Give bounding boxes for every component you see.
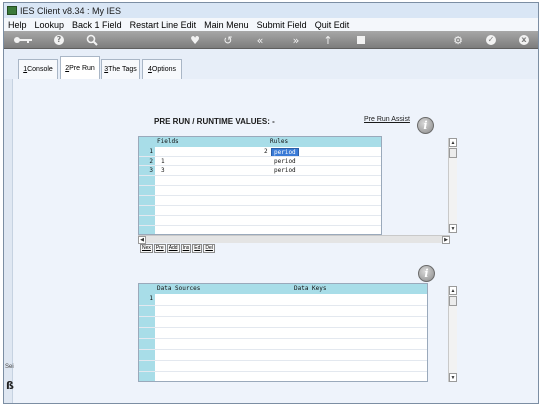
field-cell[interactable]: 3 [161,167,165,174]
table-row-empty[interactable] [139,316,427,325]
scroll-right-icon[interactable]: ▶ [442,236,450,244]
field-cell[interactable]: 2 [264,148,268,155]
data-sources-grid: Data Sources Data Keys 1 [138,283,428,382]
table-row-empty[interactable] [139,305,427,314]
table-row[interactable]: 1 [139,294,427,303]
table-row[interactable]: 1 2 period [139,147,381,157]
app-window: IES Client v8.34 : My IES Help Lookup Ba… [3,2,539,404]
previous-button[interactable]: Pre [153,244,166,253]
pre-run-assist-link[interactable]: Pre Run Assist [364,116,410,123]
menu-quit-edit[interactable]: Quit Edit [311,20,354,30]
stop-icon[interactable] [353,32,369,48]
scroll-left-icon[interactable]: ◀ [138,236,146,244]
edit-button[interactable]: Ed [192,244,203,253]
menu-lookup[interactable]: Lookup [31,20,69,30]
grid-header: Data Sources Data Keys [139,284,427,294]
search-icon[interactable] [84,32,100,48]
field-cell[interactable]: 1 [161,158,165,165]
fields-column-header: Fields [157,138,179,145]
scroll-thumb[interactable] [449,148,457,158]
menu-help[interactable]: Help [4,20,31,30]
row-number: 1 [149,148,153,155]
table-row-empty[interactable] [139,360,427,369]
title-bar: IES Client v8.34 : My IES [4,3,538,18]
check-icon[interactable]: ✓ [483,32,499,48]
table-row[interactable]: 3 3 period [139,165,381,174]
fields-grid-horizontal-scrollbar[interactable]: ◀ ▶ [138,235,450,244]
tab-pre-run[interactable]: 2 Pre Run [60,56,100,80]
grid-button-bar: Nex Pre Add Ins Ed Del [140,244,216,253]
rule-cell[interactable]: period [274,167,296,174]
menu-restart-line-edit[interactable]: Restart Line Edit [126,20,201,30]
rule-cell[interactable]: period [274,158,296,165]
table-row[interactable]: 2 1 period [139,156,381,165]
tab-options[interactable]: 4 Options [142,59,182,79]
scroll-down-icon[interactable]: ▼ [449,224,457,233]
rules-column-header: Rules [270,138,289,145]
table-row-empty[interactable] [139,327,427,336]
row-number: 2 [149,158,153,165]
close-icon[interactable]: x [516,32,532,48]
table-row-empty[interactable] [139,338,427,347]
row-number: 1 [149,295,153,302]
left-side-strip: Sei ß [4,79,14,403]
table-row-empty[interactable] [139,349,427,358]
tab-pre-run-label: Pre Run [69,65,95,72]
menu-submit-field[interactable]: Submit Field [253,20,311,30]
undo-icon[interactable]: ↺ [220,32,236,48]
table-row-empty[interactable] [139,195,381,204]
upload-icon[interactable]: ↑ [320,32,336,48]
table-row-empty[interactable] [139,205,381,214]
table-row-empty[interactable] [139,185,381,194]
pre-run-panel: PRE RUN / RUNTIME VALUES: - Pre Run Assi… [14,79,538,403]
scroll-up-icon[interactable]: ▲ [449,138,457,147]
tab-console[interactable]: 1 Console [18,59,58,79]
data-sources-info-icon[interactable]: i [418,265,435,282]
insert-button[interactable]: Ins [180,244,192,253]
tab-the-tags[interactable]: 3 The Tags [101,59,140,79]
settings-icon[interactable]: ⚙ [450,32,466,48]
side-label: Sei [5,364,14,370]
help-icon[interactable]: ? [51,32,67,48]
app-icon [7,6,17,15]
data-keys-column-header: Data Keys [294,285,327,292]
add-button[interactable]: Add [166,244,180,253]
menu-main-menu[interactable]: Main Menu [200,20,253,30]
side-glyph: ß [6,379,14,392]
key-icon[interactable] [12,32,34,48]
scroll-down-icon[interactable]: ▼ [449,373,457,382]
next-button[interactable]: Nex [140,244,153,253]
delete-button[interactable]: Del [203,244,215,253]
tab-console-label: Console [27,66,53,73]
data-sources-column-header: Data Sources [157,285,201,292]
scroll-thumb[interactable] [449,296,457,306]
tab-options-label: Options [151,66,177,73]
table-row-empty[interactable] [139,175,381,184]
window-title: IES Client v8.34 : My IES [20,5,122,16]
menu-bar: Help Lookup Back 1 Field Restart Line Ed… [4,18,538,31]
scroll-up-icon[interactable]: ▲ [449,286,457,295]
table-row-empty[interactable] [139,215,381,224]
heart-icon[interactable]: ♥ [187,32,203,48]
menu-back-1-field[interactable]: Back 1 Field [68,20,126,30]
fast-forward-icon[interactable]: » [288,32,304,48]
data-sources-vertical-scrollbar[interactable]: ▲ ▼ [448,286,457,382]
fields-grid-vertical-scrollbar[interactable]: ▲ ▼ [448,138,457,233]
info-icon[interactable]: i [417,117,434,134]
table-row-empty[interactable] [139,225,381,234]
tab-strip: 1 Console 2 Pre Run 3 The Tags 4 Options [4,49,538,80]
rewind-icon[interactable]: « [252,32,268,48]
page-title: PRE RUN / RUNTIME VALUES: - [154,117,275,126]
toolbar: ? ♥ ↺ « » ↑ ⚙ ✓ x [4,31,538,49]
grid-header: Fields Rules [139,137,381,147]
tab-the-tags-label: The Tags [108,66,137,73]
row-number: 3 [149,167,153,174]
fields-grid: Fields Rules 1 2 period 2 1 period 3 3 p… [138,136,382,235]
table-row-empty[interactable] [139,371,427,380]
